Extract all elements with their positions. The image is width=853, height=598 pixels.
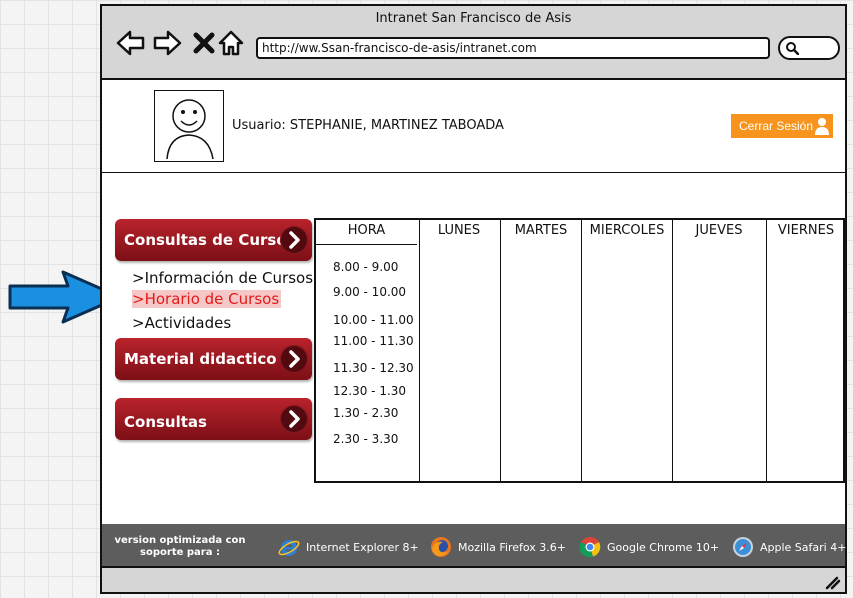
hour-slot: 11.30 - 12.30 [333, 361, 414, 375]
resize-grip-icon[interactable] [823, 574, 841, 590]
browser-name: Internet Explorer 8+ [306, 541, 419, 554]
safari-icon [733, 537, 753, 557]
column-header-martes: MARTES [514, 223, 568, 238]
column-divider [500, 220, 501, 481]
menu-consultas-button[interactable]: Consultas [115, 398, 312, 440]
submenu-actividades-link[interactable]: >Actividades [132, 314, 231, 332]
search-field[interactable] [778, 36, 840, 60]
user-face-icon [166, 99, 214, 160]
submenu-horario-cursos-link[interactable]: >Horario de Cursos [132, 290, 282, 308]
browser-name: Google Chrome 10+ [607, 541, 720, 554]
user-icon [815, 118, 829, 135]
column-divider [581, 220, 582, 481]
hour-slot: 10.00 - 11.00 [333, 313, 414, 327]
avatar [154, 90, 224, 162]
home-icon[interactable] [216, 28, 246, 58]
hour-slot: 1.30 - 2.30 [333, 406, 399, 420]
column-header-hora: HORA [347, 223, 386, 238]
back-arrow-icon[interactable] [116, 28, 146, 58]
browser-name: Mozilla Firefox 3.6+ [458, 541, 567, 554]
address-bar[interactable]: http://ww.Ssan-francisco-de-asis/intrane… [256, 37, 770, 59]
window-title: Intranet San Francisco de Asis [375, 11, 572, 26]
browser-name: Apple Safari 4+ [760, 541, 847, 554]
column-header-lunes: LUNES [437, 223, 481, 238]
footer-bar: version optimizada con soporte para : In… [102, 524, 847, 570]
menu-label: Consultas [124, 413, 207, 431]
chevron-right-icon [280, 226, 308, 254]
firefox-icon [431, 537, 451, 557]
internet-explorer-icon [278, 540, 300, 556]
support-note: version optimizada con soporte para : [114, 535, 246, 558]
hour-slot: 2.30 - 3.30 [333, 432, 399, 446]
header-row-divider [316, 244, 417, 245]
chevron-right-icon [280, 405, 308, 433]
browser-status-bar [102, 566, 845, 592]
menu-consultas-cursos-button[interactable]: Consultas de Cursos [115, 219, 312, 261]
logout-button[interactable]: Cerrar Sesión [731, 114, 833, 138]
chevron-right-icon [280, 345, 308, 373]
browser-window: Intranet San Francisco de Asis http://ww… [100, 4, 847, 594]
column-divider [419, 220, 420, 481]
submenu-informacion-cursos-link[interactable]: >Información de Cursos [132, 269, 313, 287]
browser-toolbar: Intranet San Francisco de Asis http://ww… [102, 6, 845, 80]
search-icon [786, 42, 799, 55]
logout-label: Cerrar Sesión [739, 119, 814, 133]
schedule-table: HORA LUNES MARTES MIERCOLES JUEVES VIERN… [314, 218, 845, 483]
user-name-label: Usuario: STEPHANIE, MARTINEZ TABOADA [232, 118, 504, 133]
column-divider [766, 220, 767, 481]
forward-arrow-icon[interactable] [152, 28, 182, 58]
hour-slot: 11.00 - 11.30 [333, 334, 414, 348]
hour-slot: 12.30 - 1.30 [333, 384, 407, 398]
column-divider [672, 220, 673, 481]
menu-label: Material didactico [124, 350, 277, 368]
column-header-viernes: VIERNES [777, 223, 835, 238]
chrome-icon [579, 536, 601, 558]
menu-material-didactico-button[interactable]: Material didactico [115, 338, 312, 380]
column-header-jueves: JUEVES [695, 223, 743, 238]
hour-slot: 8.00 - 9.00 [333, 260, 399, 274]
column-header-miercoles: MIERCOLES [589, 223, 665, 238]
hour-slot: 9.00 - 10.00 [333, 285, 407, 299]
menu-label: Consultas de Cursos [124, 231, 296, 249]
header-divider [102, 172, 845, 173]
